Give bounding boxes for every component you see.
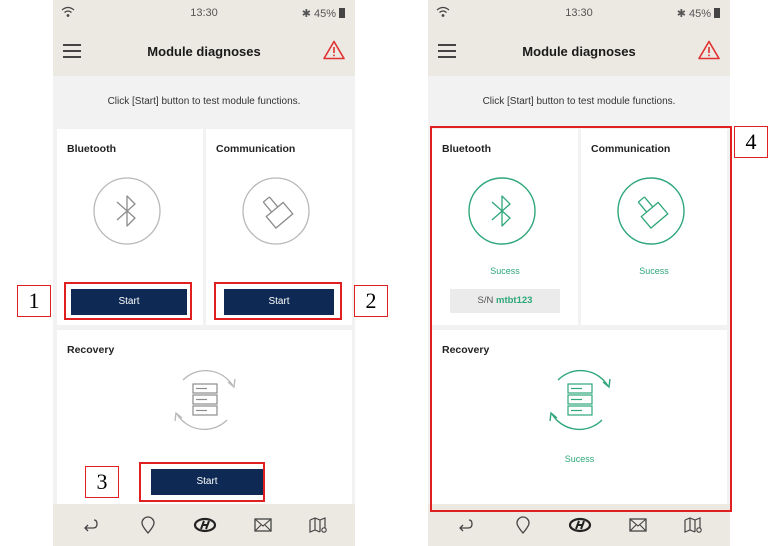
mail-icon[interactable] — [252, 514, 274, 536]
battery-icon — [339, 8, 345, 18]
instruction-text: Click [Start] button to test module func… — [107, 96, 301, 107]
battery-percent: 45% — [688, 8, 711, 20]
mail-icon[interactable] — [627, 514, 649, 536]
callout-number-4: 4 — [734, 126, 768, 158]
battery-icon — [714, 8, 720, 18]
callout-number-1: 1 — [17, 285, 51, 317]
communication-module-icon — [242, 177, 310, 245]
communication-label: Communication — [216, 143, 296, 155]
callout-highlight-3 — [139, 462, 265, 502]
status-bar: 13:30 ✱ 45% — [428, 0, 730, 28]
callout-highlight-1 — [64, 282, 192, 320]
bluetooth-icon — [93, 177, 161, 245]
location-pin-icon[interactable] — [137, 514, 159, 536]
map-icon[interactable] — [307, 514, 329, 536]
battery-percent: 45% — [313, 8, 336, 20]
instruction-text: Click [Start] button to test module func… — [482, 96, 676, 107]
warning-icon[interactable] — [698, 40, 720, 60]
hyundai-logo-icon[interactable] — [193, 514, 217, 536]
callout-number-2: 2 — [354, 285, 388, 317]
warning-icon[interactable] — [323, 40, 345, 60]
hyundai-logo-icon[interactable] — [568, 514, 592, 536]
callout-number-3: 3 — [85, 466, 119, 498]
bottom-nav-bar — [53, 504, 355, 546]
location-pin-icon[interactable] — [512, 514, 534, 536]
map-icon[interactable] — [682, 514, 704, 536]
callout-highlight-2 — [214, 282, 342, 320]
bluetooth-label: Bluetooth — [67, 143, 116, 155]
back-icon[interactable] — [454, 514, 476, 536]
recovery-label: Recovery — [67, 344, 115, 356]
app-header: Module diagnoses — [53, 28, 355, 76]
battery-indicator: ✱ 45% — [677, 7, 720, 20]
status-bar: 13:30 ✱ 45% — [53, 0, 355, 28]
page-title: Module diagnoses — [147, 44, 261, 59]
back-icon[interactable] — [79, 514, 101, 536]
battery-indicator: ✱ 45% — [302, 7, 345, 20]
callout-highlight-4 — [430, 126, 732, 512]
page-title: Module diagnoses — [522, 44, 636, 59]
recovery-icon — [174, 369, 236, 431]
app-header: Module diagnoses — [428, 28, 730, 76]
